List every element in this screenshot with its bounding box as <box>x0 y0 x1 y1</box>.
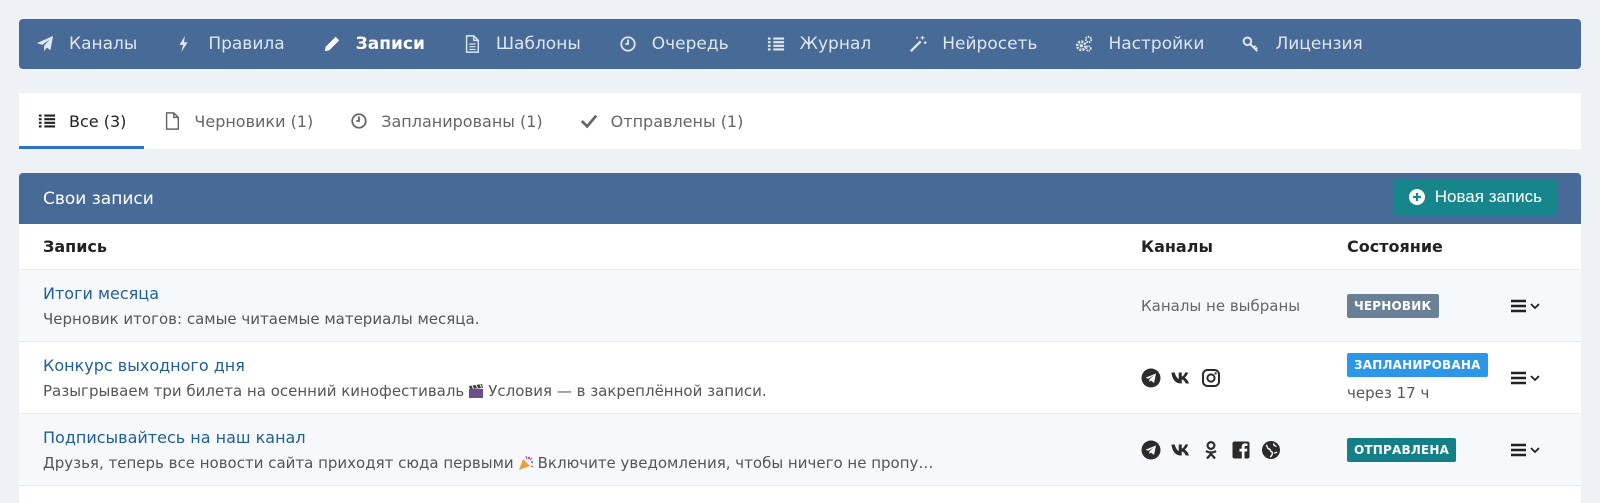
record-title-link[interactable]: Итоги месяца <box>43 284 1117 303</box>
table-body: Итоги месяца Черновик итогов: самые чита… <box>19 270 1581 486</box>
vk-icon <box>1171 440 1191 460</box>
nav-item-label: Шаблоны <box>495 34 581 54</box>
gears-icon <box>1074 34 1094 54</box>
record-description: Черновик итогов: самые читаемые материал… <box>43 309 480 328</box>
magic-wand-icon <box>908 34 928 54</box>
table-row: Конкурс выходного дня Разыгрываем три би… <box>19 342 1581 414</box>
nav-item-channels[interactable]: Каналы <box>35 19 137 69</box>
nav-item-label: Настройки <box>1108 34 1205 54</box>
tab-label: Запланированы (1) <box>381 111 543 131</box>
globe-icon <box>1261 440 1281 460</box>
menu-dropdown-icon <box>1511 371 1540 384</box>
instagram-icon <box>1201 368 1221 388</box>
table-row: Подписывайтесь на наш канал Друзья, тепе… <box>19 414 1581 486</box>
clapperboard-emoji <box>469 383 484 398</box>
row-menu-button[interactable] <box>1509 442 1581 458</box>
status-badge: ЧЕРНОВИК <box>1347 293 1439 318</box>
record-description: Друзья, теперь все новости сайта приходя… <box>43 453 934 472</box>
lightning-icon <box>174 34 194 54</box>
telegram-icon <box>1141 440 1161 460</box>
new-record-label: Новая запись <box>1434 186 1542 206</box>
nav-item-rules[interactable]: Правила <box>174 19 285 69</box>
table-row: Итоги месяца Черновик итогов: самые чита… <box>19 270 1581 342</box>
nav-item-label: Правила <box>208 34 285 54</box>
telegram-icon <box>1141 368 1161 388</box>
nav-item-label: Записи <box>355 34 425 54</box>
party-popper-emoji <box>518 455 533 470</box>
record-description: Разыгрываем три билета на осенний кинофе… <box>43 381 767 400</box>
panel-header: Свои записи Новая запись <box>19 173 1581 224</box>
panel-title: Свои записи <box>43 188 154 209</box>
tab-scheduled[interactable]: Запланированы (1) <box>331 93 560 149</box>
top-navigation: Каналы Правила Записи Шаблоны Очередь Жу… <box>19 19 1581 69</box>
nav-item-label: Очередь <box>651 34 729 54</box>
list-icon <box>37 111 57 131</box>
odnoklassniki-icon <box>1201 440 1221 460</box>
records-panel: Свои записи Новая запись Запись Каналы С… <box>19 173 1581 503</box>
tab-label: Все (3) <box>69 111 127 131</box>
check-icon <box>579 111 599 131</box>
filter-tabs: Все (3) Черновики (1) Запланированы (1) … <box>19 93 1581 149</box>
status-badge: ОТПРАВЛЕНА <box>1347 437 1457 462</box>
tab-all[interactable]: Все (3) <box>19 93 145 149</box>
facebook-icon <box>1231 440 1251 460</box>
channel-icons <box>1141 368 1323 388</box>
tab-label: Черновики (1) <box>194 111 314 131</box>
key-icon <box>1241 34 1261 54</box>
plus-circle-icon <box>1408 188 1426 206</box>
nav-item-license[interactable]: Лицензия <box>1241 19 1363 69</box>
status-time: через 17 ч <box>1347 384 1430 402</box>
file-icon <box>162 111 182 131</box>
nav-item-label: Журнал <box>799 34 872 54</box>
table-header: Запись Каналы Состояние <box>19 224 1581 270</box>
pencil-icon <box>322 34 342 54</box>
record-title-link[interactable]: Конкурс выходного дня <box>43 356 1117 375</box>
list-icon <box>766 34 786 54</box>
nav-item-label: Каналы <box>69 34 138 54</box>
nav-item-label: Нейросеть <box>942 34 1038 54</box>
nav-item-neural[interactable]: Нейросеть <box>908 19 1037 69</box>
clock-icon <box>349 111 369 131</box>
nav-item-journal[interactable]: Журнал <box>766 19 872 69</box>
tab-drafts[interactable]: Черновики (1) <box>144 93 331 149</box>
row-menu-button[interactable] <box>1509 298 1581 314</box>
clock-icon <box>618 34 638 54</box>
paper-plane-icon <box>35 34 55 54</box>
nav-item-records[interactable]: Записи <box>322 19 425 69</box>
nav-item-templates[interactable]: Шаблоны <box>462 19 581 69</box>
tab-sent[interactable]: Отправлены (1) <box>561 93 762 149</box>
record-title-link[interactable]: Подписывайтесь на наш канал <box>43 428 1117 447</box>
tab-label: Отправлены (1) <box>610 111 744 131</box>
nav-item-settings[interactable]: Настройки <box>1074 19 1204 69</box>
menu-dropdown-icon <box>1511 299 1540 312</box>
column-header-channels: Каналы <box>1141 237 1213 256</box>
nav-item-label: Лицензия <box>1275 34 1363 54</box>
nav-item-queue[interactable]: Очередь <box>618 19 729 69</box>
row-menu-button[interactable] <box>1509 370 1581 386</box>
file-icon <box>462 34 482 54</box>
column-header-status: Состояние <box>1347 237 1443 256</box>
menu-dropdown-icon <box>1511 443 1540 456</box>
new-record-button[interactable]: Новая запись <box>1393 178 1558 215</box>
status-badge: ЗАПЛАНИРОВАНА <box>1347 353 1488 377</box>
channel-icons <box>1141 440 1323 460</box>
vk-icon <box>1171 368 1191 388</box>
column-header-record: Запись <box>43 237 108 256</box>
no-channels-text: Каналы не выбраны <box>1141 297 1301 315</box>
